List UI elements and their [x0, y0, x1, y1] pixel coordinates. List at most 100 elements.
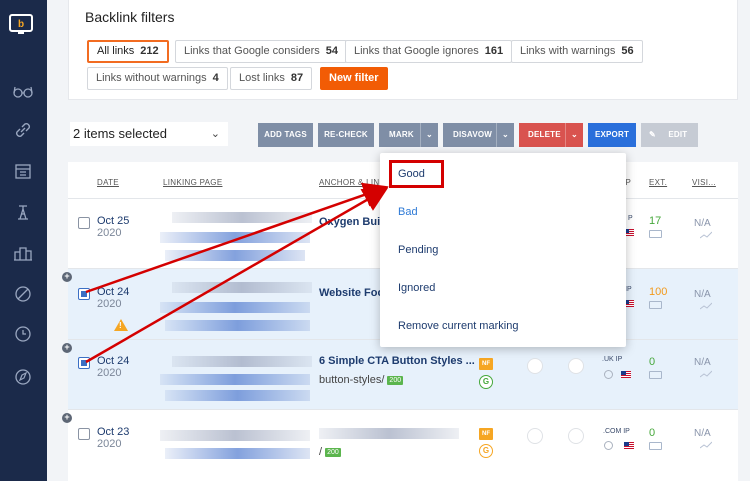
row-date: Oct 24	[97, 286, 130, 298]
edit-button[interactable]: ✎ EDIT	[641, 123, 698, 147]
link-icon[interactable]	[12, 119, 34, 141]
delete-label: DELETE	[528, 130, 561, 139]
new-filter-button[interactable]: New filter	[320, 67, 388, 90]
row-visibility: N/A	[694, 218, 711, 229]
chevron-down-icon[interactable]: ⌄	[420, 123, 438, 147]
status-badge: 200	[387, 375, 404, 385]
backlink-filters-panel: Backlink filters All links 212 Links that…	[68, 0, 738, 100]
row-url[interactable]: /200	[319, 446, 341, 458]
row-anchor-link[interactable]: 6 Simple CTA Button Styles ...	[319, 355, 475, 367]
logo-icon[interactable]: b	[9, 14, 33, 36]
blurred-linking-page	[165, 250, 305, 261]
tower-icon[interactable]	[12, 201, 34, 223]
row-ext-count: 100	[649, 286, 668, 298]
header-anchor[interactable]: ANCHOR & LINK	[319, 178, 385, 187]
filter-without-warnings[interactable]: Links without warnings 4	[87, 67, 228, 90]
trend-icon	[700, 370, 712, 378]
row-checkbox[interactable]	[78, 428, 90, 440]
trend-icon	[700, 302, 712, 310]
filter-google-considers[interactable]: Links that Google considers 54	[175, 40, 347, 63]
row-visibility: N/A	[694, 428, 711, 439]
status-circle[interactable]	[527, 428, 543, 444]
warning-icon[interactable]: !	[114, 319, 128, 331]
row-checkbox[interactable]	[78, 217, 90, 229]
external-link-icon	[649, 301, 662, 309]
annotation-highlight-box	[389, 160, 444, 188]
row-year: 2020	[97, 438, 122, 450]
external-link-icon	[649, 442, 662, 450]
globe-icon	[604, 441, 613, 450]
delete-button[interactable]: DELETE ⌄	[519, 123, 583, 147]
disavow-label: DISAVOW	[453, 130, 493, 139]
trend-icon	[700, 231, 712, 239]
row-ext-count: 0	[649, 356, 656, 368]
us-flag-icon	[624, 442, 634, 449]
header-ext[interactable]: EXT.	[649, 178, 667, 187]
row-anchor-link[interactable]: Website Foo	[319, 287, 384, 299]
row-year: 2020	[97, 367, 122, 379]
selection-dropdown[interactable]: 2 items selected ⌄	[70, 122, 228, 146]
filter-google-ignores[interactable]: Links that Google ignores 161	[345, 40, 513, 63]
header-visibility[interactable]: VISI...	[692, 178, 716, 187]
recheck-button[interactable]: RE-CHECK	[318, 123, 374, 147]
filter-with-warnings[interactable]: Links with warnings 56	[511, 40, 643, 63]
selection-count: 2 items selected	[73, 126, 167, 141]
row-anchor-link[interactable]: Oxygen Buil	[319, 216, 383, 228]
row-ip: P	[628, 215, 633, 222]
blurred-anchor	[319, 428, 459, 439]
menu-item-pending[interactable]: Pending	[398, 244, 438, 256]
edit-label: EDIT	[668, 130, 688, 139]
blurred-linking-page	[165, 448, 310, 459]
export-button[interactable]: EXPORT	[588, 123, 636, 147]
filter-all-links[interactable]: All links 212	[87, 40, 169, 63]
row-ext-count: 17	[649, 215, 662, 227]
svg-text:b: b	[18, 19, 24, 30]
chevron-down-icon[interactable]: ⌄	[496, 123, 514, 147]
status-circle[interactable]	[568, 428, 584, 444]
google-status-icon: G	[479, 375, 493, 389]
row-date: Oct 24	[97, 355, 130, 367]
row-url[interactable]: button-styles/200	[319, 374, 404, 386]
mark-button[interactable]: MARK ⌄	[379, 123, 438, 147]
ban-icon[interactable]	[12, 283, 34, 305]
buildings-icon[interactable]	[12, 242, 34, 264]
row-checkbox[interactable]	[78, 357, 90, 369]
disavow-button[interactable]: DISAVOW ⌄	[443, 123, 514, 147]
globe-icon	[604, 370, 613, 379]
row-checkbox[interactable]	[78, 288, 90, 300]
plus-icon[interactable]: +	[62, 413, 72, 423]
status-circle[interactable]	[527, 358, 543, 374]
chevron-down-icon: ⌄	[210, 128, 220, 140]
us-flag-icon	[621, 371, 631, 378]
menu-item-ignored[interactable]: Ignored	[398, 282, 435, 294]
add-tags-button[interactable]: ADD TAGS	[258, 123, 313, 147]
chevron-down-icon[interactable]: ⌄	[565, 123, 583, 147]
calendar-icon[interactable]	[12, 160, 34, 182]
row-date: Oct 23	[97, 426, 130, 438]
header-linking-page[interactable]: LINKING PAGE	[163, 178, 222, 187]
plus-icon[interactable]: +	[62, 272, 72, 282]
menu-item-bad[interactable]: Bad	[398, 206, 418, 218]
menu-item-remove-marking[interactable]: Remove current marking	[398, 320, 518, 332]
plus-icon[interactable]: +	[62, 343, 72, 353]
external-link-icon	[649, 371, 662, 379]
status-circle[interactable]	[568, 358, 584, 374]
blurred-linking-page	[160, 302, 310, 313]
clock-icon[interactable]	[12, 323, 34, 345]
mark-label: MARK	[389, 130, 414, 139]
glasses-icon[interactable]	[12, 80, 34, 102]
blurred-linking-page	[165, 390, 310, 401]
blurred-linking-page	[172, 356, 312, 367]
row-visibility: N/A	[694, 289, 711, 300]
filter-lost-links[interactable]: Lost links 87	[230, 67, 313, 90]
trend-icon	[700, 441, 712, 449]
blurred-linking-page	[165, 320, 310, 331]
row-tld: .UK IP	[602, 356, 623, 363]
compass-icon[interactable]	[12, 366, 34, 388]
filters-title: Backlink filters	[85, 9, 175, 25]
row-ext-count: 0	[649, 427, 656, 439]
row-year: 2020	[97, 298, 122, 310]
blurred-linking-page	[172, 212, 312, 223]
header-date[interactable]: DATE	[97, 178, 119, 187]
table-row[interactable]	[68, 410, 738, 481]
